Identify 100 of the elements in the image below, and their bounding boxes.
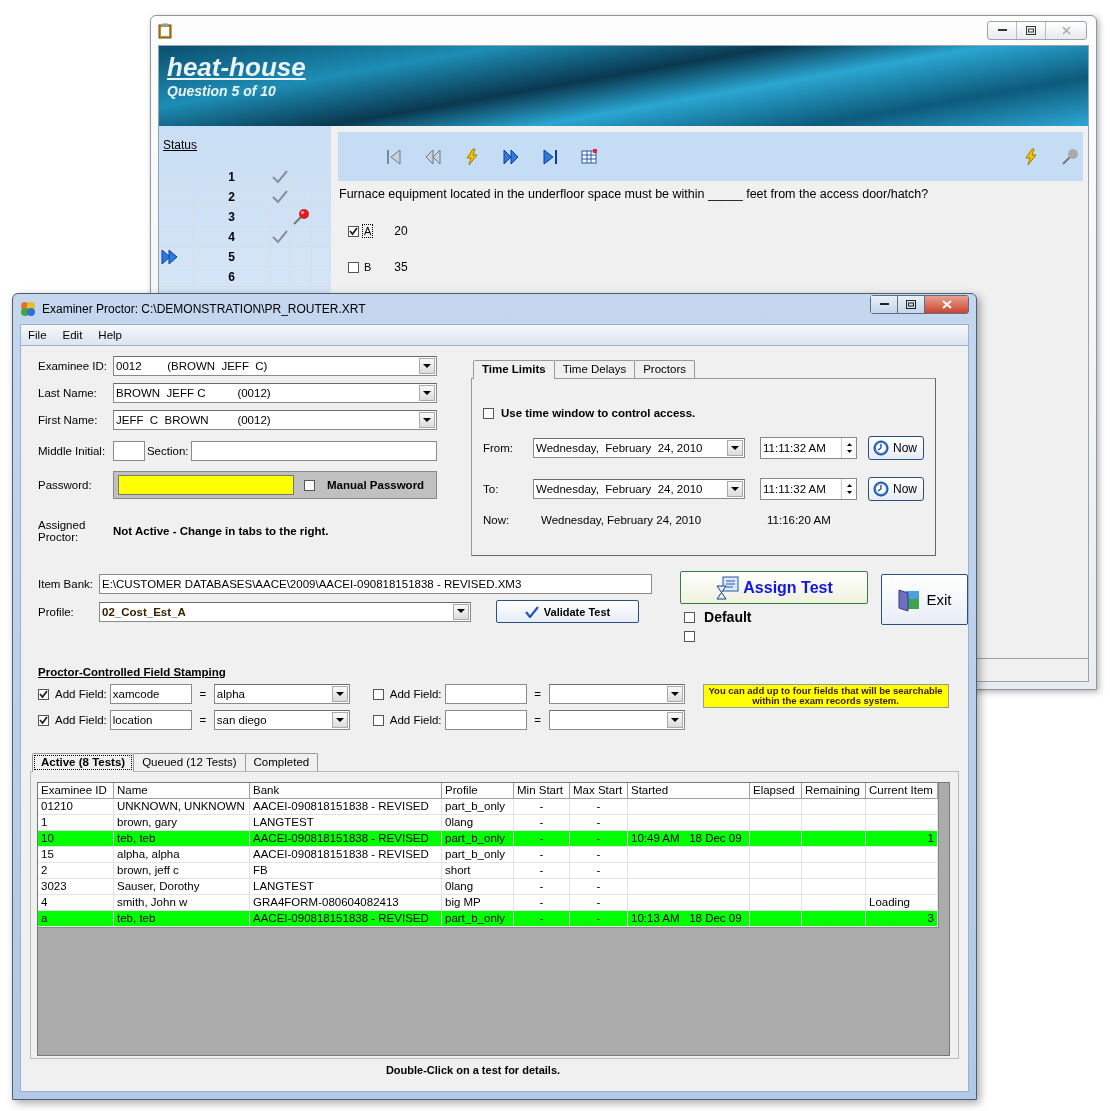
table-row[interactable]: 10 teb, teb AACEI-090818151838 - REVISED part_b_only - - 10:49 AM 18 Dec 09 1 — [38, 831, 938, 847]
answer-checkbox[interactable] — [348, 261, 359, 273]
previous-icon[interactable] — [424, 147, 442, 166]
dropdown-arrow-icon[interactable] — [731, 445, 739, 451]
lightning-icon[interactable] — [1022, 147, 1040, 166]
last-icon[interactable] — [541, 147, 559, 166]
minimize-icon[interactable] — [879, 303, 889, 306]
column-header[interactable]: Max Start — [570, 783, 628, 799]
table-cell: - — [596, 880, 601, 892]
window-controls[interactable] — [870, 295, 969, 314]
tab[interactable]: Time Limits — [473, 360, 555, 379]
field-value-dropdown[interactable] — [548, 710, 685, 730]
banner-title: heat-house — [167, 52, 306, 83]
add-field-checkbox[interactable] — [38, 688, 49, 700]
table-row[interactable]: 1 brown, gary LANGTEST 0lang - - — [38, 815, 938, 831]
dropdown-arrow-icon[interactable] — [423, 390, 431, 396]
down-arrow-icon[interactable] — [846, 450, 852, 453]
up-arrow-icon[interactable] — [846, 484, 852, 487]
last-name-dropdown[interactable]: BROWN JEFF C (0012) — [113, 383, 437, 403]
dropdown-arrow-icon[interactable] — [670, 691, 679, 697]
column-header[interactable]: Min Start — [514, 783, 570, 799]
down-arrow-icon[interactable] — [846, 491, 852, 494]
assign-test-button[interactable]: Assign Test — [680, 571, 869, 604]
tab[interactable]: Time Delays — [553, 360, 636, 378]
column-header[interactable]: Bank — [250, 783, 442, 799]
column-header[interactable]: Elapsed — [750, 783, 802, 799]
add-field-checkbox[interactable] — [372, 688, 384, 700]
exit-button[interactable]: Exit — [881, 574, 968, 625]
examinee-id-dropdown[interactable]: 0012 (BROWN JEFF C) — [113, 356, 437, 376]
time-window-checkbox[interactable] — [483, 407, 494, 419]
question-number[interactable]: 6 — [194, 267, 270, 286]
column-header[interactable]: Started — [628, 783, 750, 799]
section-input[interactable] — [190, 441, 437, 461]
item-bank-input[interactable]: E:\CUSTOMER DATABASES\AACE\2009\AACEI-090818151838 - REVISED.XM3 — [99, 574, 652, 594]
tab[interactable]: Active (8 Tests) — [32, 753, 135, 772]
menu-item[interactable]: Help — [98, 329, 122, 341]
field-name-input[interactable] — [444, 710, 527, 730]
table-row[interactable]: 2 brown, jeff c FB short - - — [38, 863, 938, 879]
banner-subtitle: Question 5 of 10 — [167, 83, 277, 99]
date-picker[interactable]: Wednesday, February 24, 2010 — [533, 438, 745, 458]
first-icon[interactable] — [385, 147, 403, 166]
dropdown-arrow-icon[interactable] — [423, 363, 431, 369]
default-checkbox[interactable] — [684, 611, 696, 623]
dropdown-arrow-icon[interactable] — [423, 417, 431, 423]
field-value-dropdown[interactable]: san diego — [213, 710, 350, 730]
question-number[interactable]: 3 — [194, 207, 270, 226]
window-controls[interactable] — [987, 21, 1087, 40]
time-spinner[interactable]: 11:11:32 AM — [760, 437, 857, 459]
restore-icon[interactable] — [906, 300, 916, 309]
column-header[interactable]: Name — [114, 783, 250, 799]
validate-test-button[interactable]: Validate Test — [496, 600, 639, 623]
add-field-checkbox[interactable] — [372, 714, 384, 726]
dropdown-arrow-icon[interactable] — [731, 486, 739, 492]
table-row[interactable]: 4 smith, John w GRA4FORM-080604082413 big MP - - Loading — [38, 895, 938, 911]
up-arrow-icon[interactable] — [846, 443, 852, 446]
date-picker[interactable]: Wednesday, February 24, 2010 — [533, 479, 745, 499]
column-header[interactable]: Examinee ID — [38, 783, 114, 799]
checkbox[interactable] — [684, 631, 696, 642]
lightning-icon[interactable] — [463, 147, 481, 166]
question-number[interactable]: 1 — [194, 167, 270, 186]
now-button[interactable]: Now — [868, 436, 924, 460]
answer-checkbox[interactable] — [348, 225, 359, 237]
table-icon[interactable] — [580, 147, 598, 166]
field-name-input[interactable]: xamcode — [109, 684, 192, 704]
field-label: Middle Initial: — [38, 444, 107, 459]
password-input[interactable] — [118, 475, 294, 495]
dropdown-arrow-icon[interactable] — [670, 717, 679, 723]
menu-item[interactable]: File — [28, 329, 47, 341]
tab[interactable]: Completed — [244, 753, 319, 771]
question-number[interactable]: 2 — [194, 187, 270, 206]
field-value-dropdown[interactable]: alpha — [213, 684, 350, 704]
time-spinner[interactable]: 11:11:32 AM — [760, 478, 857, 500]
column-header[interactable]: Remaining — [802, 783, 866, 799]
table-row[interactable]: 3023 Sauser, Dorothy LANGTEST 0lang - - — [38, 879, 938, 895]
column-header[interactable]: Current Item — [866, 783, 938, 799]
field-name-input[interactable]: location — [109, 710, 192, 730]
table-row[interactable]: 01210 UNKNOWN, UNKNOWN AACEI-090818151838 - REVISED part_b_only - - — [38, 799, 938, 815]
question-number[interactable]: 4 — [194, 227, 270, 246]
next-icon[interactable] — [502, 147, 520, 166]
field-value-dropdown[interactable] — [548, 684, 685, 704]
add-field-checkbox[interactable] — [38, 714, 49, 726]
middle-initial-input[interactable] — [113, 441, 145, 461]
manual-password-checkbox[interactable] — [304, 479, 315, 491]
question-number[interactable]: 5 — [194, 247, 270, 266]
tab[interactable]: Queued (12 Tests) — [133, 753, 246, 771]
menu-item[interactable]: Edit — [62, 329, 83, 341]
tab[interactable]: Proctors — [634, 360, 695, 378]
column-header[interactable]: Profile — [442, 783, 514, 799]
dropdown-arrow-icon[interactable] — [335, 691, 344, 697]
restore-icon[interactable] — [1026, 26, 1036, 35]
dropdown-arrow-icon[interactable] — [335, 717, 344, 723]
profile-dropdown[interactable]: 02_Cost_Est_A — [99, 601, 471, 622]
status-link[interactable]: Status — [163, 138, 198, 152]
table-row[interactable]: a teb, teb AACEI-090818151838 - REVISED part_b_only - - 10:13 AM 18 Dec 09 3 — [38, 911, 938, 927]
dropdown-arrow-icon[interactable] — [457, 609, 465, 614]
first-name-dropdown[interactable]: JEFF C BROWN (0012) — [113, 410, 437, 430]
table-row[interactable]: 15 alpha, alpha AACEI-090818151838 - REVISED part_b_only - - — [38, 847, 938, 863]
now-button[interactable]: Now — [868, 477, 924, 501]
minimize-icon[interactable] — [997, 29, 1007, 32]
field-name-input[interactable] — [444, 684, 527, 704]
